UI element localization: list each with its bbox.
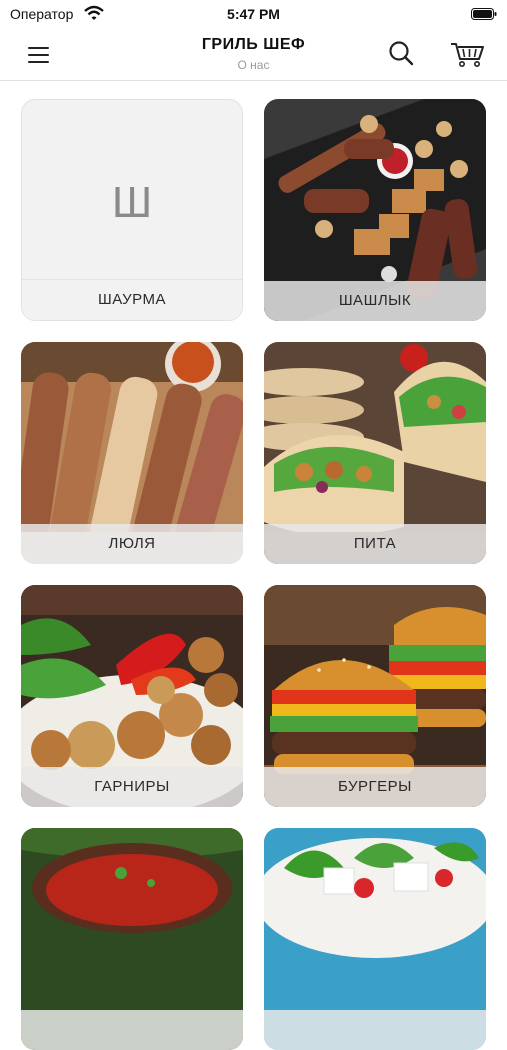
navigation-bar: ГРИЛЬ ШЕФ О нас — [0, 28, 507, 81]
category-label: ШАУРМА — [22, 279, 242, 320]
cart-icon — [451, 43, 484, 67]
category-tile-garniry[interactable]: ГАРНИРЫ — [21, 585, 243, 807]
category-tile-soups[interactable] — [21, 828, 243, 1050]
category-label — [21, 1010, 243, 1050]
clock: 5:47 PM — [227, 6, 280, 22]
category-tile-lyulya[interactable]: ЛЮЛЯ — [21, 342, 243, 564]
search-icon — [389, 41, 414, 66]
category-tile-burgers[interactable]: БУРГЕРЫ — [264, 585, 486, 807]
category-tile-pita[interactable]: ПИТА — [264, 342, 486, 564]
about-link[interactable]: О нас — [0, 58, 507, 72]
category-label: БУРГЕРЫ — [264, 767, 486, 807]
category-label: ЛЮЛЯ — [21, 524, 243, 564]
cart-button[interactable] — [449, 38, 487, 70]
search-button[interactable] — [386, 38, 418, 70]
category-label — [264, 1010, 486, 1050]
category-tile-salads[interactable] — [264, 828, 486, 1050]
placeholder-letter: Ш — [111, 178, 153, 227]
category-label: ГАРНИРЫ — [21, 767, 243, 807]
category-tile-shawarma[interactable]: Ш ШАУРМА — [21, 99, 243, 321]
category-label: ШАШЛЫК — [264, 281, 486, 321]
category-label: ПИТА — [264, 524, 486, 564]
battery-icon — [471, 8, 497, 20]
category-tile-shashlik[interactable]: ШАШЛЫК — [264, 99, 486, 321]
app-title: ГРИЛЬ ШЕФ — [201, 36, 306, 53]
status-bar: Оператор 5:47 PM — [0, 0, 507, 28]
